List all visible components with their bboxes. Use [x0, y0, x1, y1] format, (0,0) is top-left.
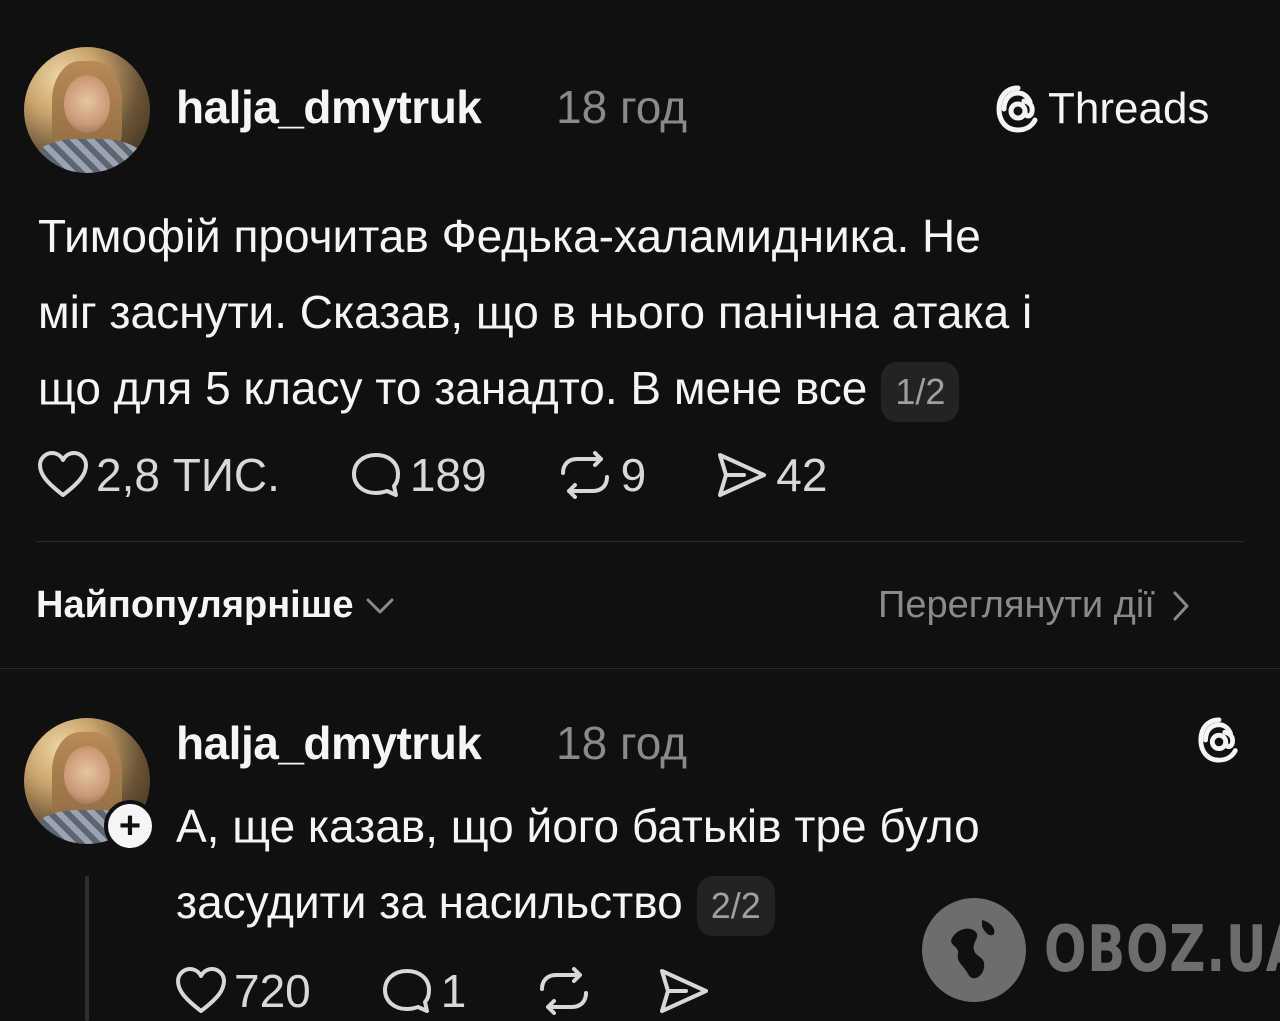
reply-time: 18 год: [556, 717, 688, 769]
share-button[interactable]: 42: [714, 448, 827, 502]
post-text-line: Тимофій прочитав Федька-халамидника. Не: [38, 210, 981, 262]
page-badge: 2/2: [696, 875, 775, 936]
repost-button[interactable]: [534, 965, 594, 1017]
brand-label: Threads: [1048, 84, 1210, 133]
send-icon: [660, 969, 709, 1013]
view-activity-label: Переглянути дії: [878, 584, 1155, 626]
post-actions: 2,8 ТИС. 189 9 42: [36, 448, 827, 502]
like-count: 720: [234, 965, 311, 1017]
comment-button[interactable]: 189: [348, 448, 487, 502]
share-count: 42: [776, 449, 828, 501]
repost-count: 9: [620, 449, 647, 501]
sort-label: Найпопулярніше: [36, 584, 354, 626]
section-divider: [0, 668, 1280, 669]
page-badge: 1/2: [881, 361, 960, 422]
comment-icon: [351, 453, 400, 497]
like-button[interactable]: 720: [174, 964, 311, 1018]
heart-icon: [176, 967, 226, 1013]
threads-icon[interactable]: [1196, 716, 1242, 764]
oboz-watermark: OBOZ.UA: [922, 898, 1280, 1002]
chevron-down-icon: [366, 598, 394, 613]
heart-icon: [38, 451, 88, 497]
like-button[interactable]: 2,8 ТИС.: [36, 448, 280, 502]
send-icon: [718, 453, 767, 497]
repost-button[interactable]: 9: [555, 448, 647, 502]
reply-text-line-content: засудити за насильство: [176, 876, 683, 928]
username[interactable]: halja_dmytruk: [176, 80, 482, 134]
comment-button[interactable]: 1: [379, 964, 467, 1018]
divider: [36, 541, 1244, 542]
avatar[interactable]: [24, 47, 150, 173]
reply-text-line: засудити за насильство 2/2: [176, 864, 980, 940]
comment-count: 1: [440, 965, 467, 1017]
like-count: 2,8 ТИС.: [96, 449, 280, 501]
watermark-text: OBOZ.UA: [1044, 913, 1280, 987]
reply-text-line: А, ще казав, що його батьків тре було: [176, 800, 980, 852]
follow-plus-button[interactable]: +: [104, 800, 156, 852]
reply-actions: 720 1: [174, 964, 712, 1018]
post-text-line: міг заснути. Сказав, що в нього панічна …: [38, 286, 1033, 338]
repost-icon: [540, 967, 589, 1015]
sort-dropdown[interactable]: Найпопулярніше: [36, 584, 396, 627]
comment-count: 189: [409, 449, 487, 501]
globe-icon: [922, 898, 1026, 1002]
post-text: Тимофій прочитав Федька-халамидника. Не …: [38, 198, 1032, 426]
post-text-line: що для 5 класу то занадто. В мене все 1/2: [38, 350, 1032, 426]
threads-icon: [996, 85, 1038, 133]
repost-icon: [560, 451, 609, 499]
threads-brand[interactable]: Threads: [994, 84, 1209, 134]
post-time: 18 год: [556, 81, 688, 133]
reply-username[interactable]: halja_dmytruk: [176, 716, 482, 770]
chevron-right-icon: [1173, 591, 1189, 620]
comment-icon: [382, 969, 431, 1013]
post-text-line-content: що для 5 класу то занадто. В мене все: [38, 362, 868, 414]
share-button[interactable]: [656, 965, 712, 1017]
thread-line: [85, 876, 89, 1021]
reply-text: А, ще казав, що його батьків тре було за…: [176, 788, 980, 940]
view-activity-link[interactable]: Переглянути дії: [878, 584, 1191, 627]
